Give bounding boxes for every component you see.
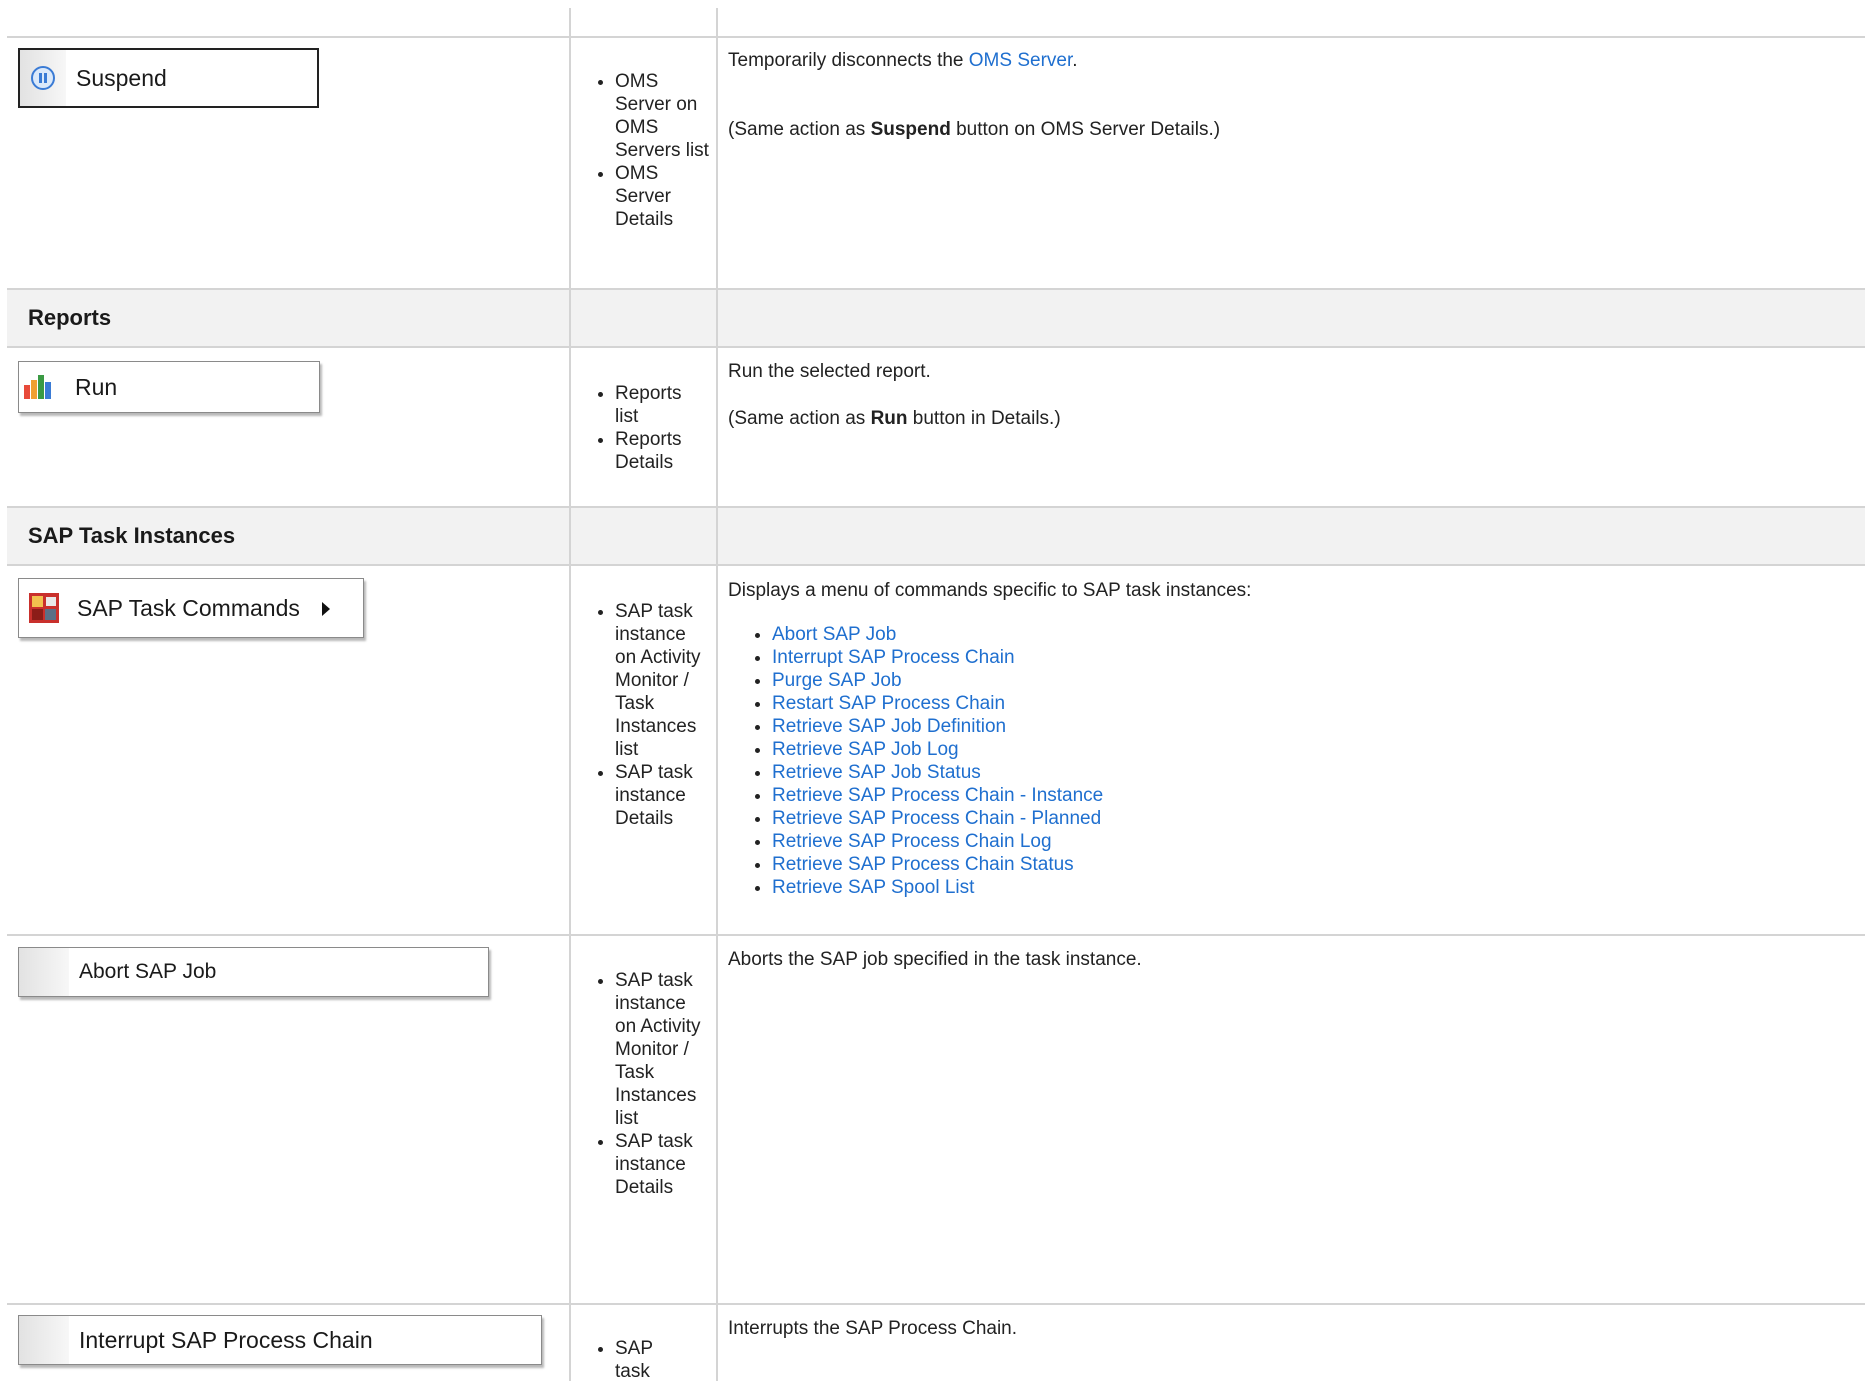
interrupt-where-cell: SAP task	[579, 1337, 661, 1383]
row-divider	[7, 346, 1865, 348]
link-retrieve-sap-process-chain-instance[interactable]: Retrieve SAP Process Chain - Instance	[772, 785, 1103, 806]
list-item: SAP task instance on Activity Monitor / …	[615, 969, 711, 1130]
run-button-image: Run	[18, 361, 320, 413]
list-item: SAP task instance on Activity Monitor / …	[615, 600, 711, 761]
sap-task-commands-label: SAP Task Commands	[77, 594, 300, 621]
row-divider	[7, 564, 1865, 566]
run-button-label: Run	[75, 373, 118, 400]
link-retrieve-sap-process-chain-status[interactable]: Retrieve SAP Process Chain Status	[772, 854, 1074, 875]
description-text: Run the selected report.	[728, 361, 931, 382]
column-divider	[569, 8, 571, 1381]
link-retrieve-sap-process-chain-planned[interactable]: Retrieve SAP Process Chain - Planned	[772, 808, 1101, 829]
row-divider	[7, 506, 1865, 508]
abort-description: Aborts the SAP job specified in the task…	[728, 948, 1848, 971]
suspend-button-image: Suspend	[18, 48, 319, 108]
abort-where-cell: SAP task instance on Activity Monitor / …	[579, 969, 711, 1199]
sap-task-commands-button-image: SAP Task Commands	[18, 578, 364, 638]
list-item: OMS Server Details	[615, 162, 709, 231]
row-divider	[7, 1303, 1865, 1305]
link-retrieve-sap-job-status[interactable]: Retrieve SAP Job Status	[772, 762, 981, 783]
link-retrieve-sap-job-definition[interactable]: Retrieve SAP Job Definition	[772, 716, 1006, 737]
blank-icon	[19, 1316, 69, 1364]
reports-header: Reports	[28, 305, 112, 330]
description-text: Displays a menu of commands specific to …	[728, 580, 1252, 601]
link-interrupt-sap-process-chain[interactable]: Interrupt SAP Process Chain	[772, 647, 1015, 668]
link-retrieve-sap-job-log[interactable]: Retrieve SAP Job Log	[772, 739, 959, 760]
row-divider	[7, 36, 1865, 38]
description-text: Temporarily disconnects the	[728, 50, 969, 71]
blank-icon	[19, 948, 69, 996]
note-text: (Same action as	[728, 408, 871, 429]
list-item: SAP task instance Details	[615, 761, 711, 830]
oms-server-link[interactable]: OMS Server	[969, 50, 1072, 71]
note-bold: Suspend	[870, 119, 951, 140]
suspend-description: Temporarily disconnects the OMS Server. …	[728, 49, 1848, 141]
sap-header-row: SAP Task Instances	[7, 507, 1865, 565]
bar-chart-icon	[19, 362, 55, 412]
triangle-right-icon	[321, 595, 330, 622]
column-divider	[716, 8, 718, 1381]
commands-table: Reports SAP Task Instances Suspend OMS S…	[7, 0, 1865, 1383]
link-abort-sap-job[interactable]: Abort SAP Job	[772, 624, 896, 645]
list-item: Reports Details	[615, 428, 709, 474]
suspend-where-cell: OMS Server on OMS Servers list OMS Serve…	[579, 70, 709, 231]
note-text: button in Details.)	[907, 408, 1061, 429]
row-divider	[7, 288, 1865, 290]
sap-task-icon	[19, 579, 69, 637]
note-bold: Run	[870, 408, 908, 429]
interrupt-sap-process-chain-label: Interrupt SAP Process Chain	[79, 1326, 373, 1353]
list-item: SAP task	[615, 1337, 661, 1383]
sap-task-instances-header: SAP Task Instances	[28, 523, 236, 548]
interrupt-description: Interrupts the SAP Process Chain.	[728, 1317, 1848, 1340]
link-restart-sap-process-chain[interactable]: Restart SAP Process Chain	[772, 693, 1005, 714]
note-text: (Same action as	[728, 119, 871, 140]
link-retrieve-sap-process-chain-log[interactable]: Retrieve SAP Process Chain Log	[772, 831, 1052, 852]
row-divider	[7, 934, 1865, 936]
note-text: button on OMS Server Details.)	[950, 119, 1221, 140]
list-item: Reports list	[615, 382, 709, 428]
sap-commands-where-cell: SAP task instance on Activity Monitor / …	[579, 600, 711, 830]
run-description: Run the selected report. (Same action as…	[728, 360, 1848, 430]
link-purge-sap-job[interactable]: Purge SAP Job	[772, 670, 902, 691]
link-retrieve-sap-spool-list[interactable]: Retrieve SAP Spool List	[772, 877, 974, 898]
pause-circle-icon	[20, 50, 66, 106]
list-item: SAP task instance Details	[615, 1130, 711, 1199]
interrupt-sap-process-chain-button-image: Interrupt SAP Process Chain	[18, 1315, 542, 1365]
list-item: OMS Server on OMS Servers list	[615, 70, 709, 162]
description-text: .	[1072, 50, 1078, 71]
sap-commands-description: Displays a menu of commands specific to …	[728, 579, 1848, 899]
run-where-cell: Reports list Reports Details	[579, 382, 709, 474]
abort-sap-job-label: Abort SAP Job	[79, 960, 217, 983]
suspend-button-label: Suspend	[76, 64, 167, 91]
description-text: Aborts the SAP job specified in the task…	[728, 949, 1142, 970]
abort-sap-job-button-image: Abort SAP Job	[18, 947, 489, 997]
description-text: Interrupts the SAP Process Chain.	[728, 1318, 1018, 1339]
reports-header-row: Reports	[7, 289, 1865, 347]
sap-commands-link-list: Abort SAP Job Interrupt SAP Process Chai…	[728, 623, 1848, 899]
